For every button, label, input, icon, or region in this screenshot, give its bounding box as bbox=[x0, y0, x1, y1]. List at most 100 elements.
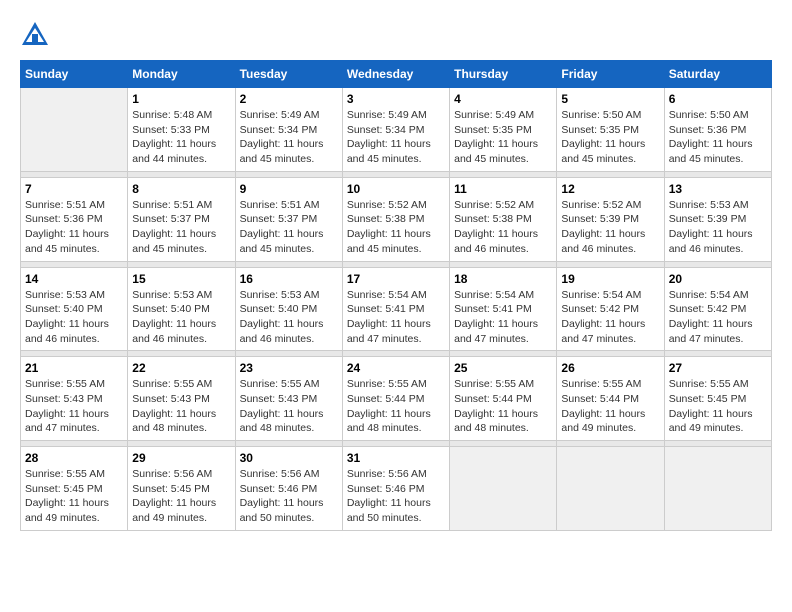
week-row-5: 28 Sunrise: 5:55 AMSunset: 5:45 PMDayligh… bbox=[21, 447, 772, 531]
day-number: 18 bbox=[454, 272, 552, 286]
day-number: 10 bbox=[347, 182, 445, 196]
week-row-2: 7 Sunrise: 5:51 AMSunset: 5:36 PMDaylight… bbox=[21, 177, 772, 261]
day-number: 25 bbox=[454, 361, 552, 375]
day-number: 26 bbox=[561, 361, 659, 375]
page-header bbox=[20, 20, 772, 50]
day-cell: 13Sunrise: 5:53 AMSunset: 5:39 PMDayligh… bbox=[664, 177, 771, 261]
day-info: Sunrise: 5:55 AMSunset: 5:44 PMDaylight:… bbox=[561, 377, 659, 436]
day-cell: 29 Sunrise: 5:56 AMSunset: 5:45 PMDayligh… bbox=[128, 447, 235, 531]
day-cell: 4 Sunrise: 5:49 AMSunset: 5:35 PMDaylight… bbox=[450, 88, 557, 172]
day-info: Sunrise: 5:55 AMSunset: 5:43 PMDaylight:… bbox=[240, 377, 338, 436]
day-cell: 1 Sunrise: 5:48 AMSunset: 5:33 PMDaylight… bbox=[128, 88, 235, 172]
day-number: 5 bbox=[561, 92, 659, 106]
day-number: 20 bbox=[669, 272, 767, 286]
col-header-sunday: Sunday bbox=[21, 61, 128, 88]
day-info: Sunrise: 5:53 AMSunset: 5:40 PMDaylight:… bbox=[240, 288, 338, 347]
day-info: Sunrise: 5:53 AMSunset: 5:39 PMDaylight:… bbox=[669, 198, 767, 257]
day-number: 7 bbox=[25, 182, 123, 196]
day-cell: 7 Sunrise: 5:51 AMSunset: 5:36 PMDaylight… bbox=[21, 177, 128, 261]
day-info: Sunrise: 5:50 AMSunset: 5:36 PMDaylight:… bbox=[669, 108, 767, 167]
day-info: Sunrise: 5:55 AMSunset: 5:43 PMDaylight:… bbox=[132, 377, 230, 436]
day-cell: 16 Sunrise: 5:53 AMSunset: 5:40 PMDayligh… bbox=[235, 267, 342, 351]
day-number: 16 bbox=[240, 272, 338, 286]
day-info: Sunrise: 5:50 AMSunset: 5:35 PMDaylight:… bbox=[561, 108, 659, 167]
day-info: Sunrise: 5:54 AMSunset: 5:42 PMDaylight:… bbox=[669, 288, 767, 347]
day-info: Sunrise: 5:56 AMSunset: 5:46 PMDaylight:… bbox=[347, 467, 445, 526]
day-cell: 11 Sunrise: 5:52 AMSunset: 5:38 PMDayligh… bbox=[450, 177, 557, 261]
day-cell: 28 Sunrise: 5:55 AMSunset: 5:45 PMDayligh… bbox=[21, 447, 128, 531]
day-number: 9 bbox=[240, 182, 338, 196]
col-header-saturday: Saturday bbox=[664, 61, 771, 88]
day-number: 19 bbox=[561, 272, 659, 286]
day-info: Sunrise: 5:56 AMSunset: 5:46 PMDaylight:… bbox=[240, 467, 338, 526]
calendar-table: SundayMondayTuesdayWednesdayThursdayFrid… bbox=[20, 60, 772, 531]
day-number: 24 bbox=[347, 361, 445, 375]
day-number: 17 bbox=[347, 272, 445, 286]
day-number: 8 bbox=[132, 182, 230, 196]
col-header-thursday: Thursday bbox=[450, 61, 557, 88]
day-info: Sunrise: 5:54 AMSunset: 5:41 PMDaylight:… bbox=[454, 288, 552, 347]
day-number: 29 bbox=[132, 451, 230, 465]
day-number: 1 bbox=[132, 92, 230, 106]
day-cell: 8 Sunrise: 5:51 AMSunset: 5:37 PMDaylight… bbox=[128, 177, 235, 261]
day-info: Sunrise: 5:54 AMSunset: 5:42 PMDaylight:… bbox=[561, 288, 659, 347]
day-info: Sunrise: 5:56 AMSunset: 5:45 PMDaylight:… bbox=[132, 467, 230, 526]
week-row-4: 21 Sunrise: 5:55 AMSunset: 5:43 PMDayligh… bbox=[21, 357, 772, 441]
day-cell bbox=[557, 447, 664, 531]
day-cell: 12 Sunrise: 5:52 AMSunset: 5:39 PMDayligh… bbox=[557, 177, 664, 261]
col-header-tuesday: Tuesday bbox=[235, 61, 342, 88]
day-cell: 6 Sunrise: 5:50 AMSunset: 5:36 PMDaylight… bbox=[664, 88, 771, 172]
day-cell: 27Sunrise: 5:55 AMSunset: 5:45 PMDayligh… bbox=[664, 357, 771, 441]
week-row-1: 1 Sunrise: 5:48 AMSunset: 5:33 PMDaylight… bbox=[21, 88, 772, 172]
day-cell: 30Sunrise: 5:56 AMSunset: 5:46 PMDayligh… bbox=[235, 447, 342, 531]
day-info: Sunrise: 5:49 AMSunset: 5:34 PMDaylight:… bbox=[240, 108, 338, 167]
day-cell bbox=[450, 447, 557, 531]
day-cell: 22 Sunrise: 5:55 AMSunset: 5:43 PMDayligh… bbox=[128, 357, 235, 441]
day-info: Sunrise: 5:55 AMSunset: 5:45 PMDaylight:… bbox=[669, 377, 767, 436]
day-cell: 2 Sunrise: 5:49 AMSunset: 5:34 PMDaylight… bbox=[235, 88, 342, 172]
day-cell: 10 Sunrise: 5:52 AMSunset: 5:38 PMDayligh… bbox=[342, 177, 449, 261]
day-info: Sunrise: 5:55 AMSunset: 5:43 PMDaylight:… bbox=[25, 377, 123, 436]
day-info: Sunrise: 5:53 AMSunset: 5:40 PMDaylight:… bbox=[132, 288, 230, 347]
day-info: Sunrise: 5:55 AMSunset: 5:45 PMDaylight:… bbox=[25, 467, 123, 526]
day-info: Sunrise: 5:49 AMSunset: 5:35 PMDaylight:… bbox=[454, 108, 552, 167]
day-info: Sunrise: 5:51 AMSunset: 5:37 PMDaylight:… bbox=[240, 198, 338, 257]
day-number: 28 bbox=[25, 451, 123, 465]
day-cell: 19 Sunrise: 5:54 AMSunset: 5:42 PMDayligh… bbox=[557, 267, 664, 351]
day-number: 2 bbox=[240, 92, 338, 106]
day-number: 15 bbox=[132, 272, 230, 286]
calendar-header-row: SundayMondayTuesdayWednesdayThursdayFrid… bbox=[21, 61, 772, 88]
day-info: Sunrise: 5:48 AMSunset: 5:33 PMDaylight:… bbox=[132, 108, 230, 167]
day-cell bbox=[664, 447, 771, 531]
day-number: 6 bbox=[669, 92, 767, 106]
day-cell: 31 Sunrise: 5:56 AMSunset: 5:46 PMDayligh… bbox=[342, 447, 449, 531]
day-cell: 15 Sunrise: 5:53 AMSunset: 5:40 PMDayligh… bbox=[128, 267, 235, 351]
day-number: 22 bbox=[132, 361, 230, 375]
day-info: Sunrise: 5:51 AMSunset: 5:37 PMDaylight:… bbox=[132, 198, 230, 257]
day-info: Sunrise: 5:52 AMSunset: 5:38 PMDaylight:… bbox=[347, 198, 445, 257]
day-cell: 24 Sunrise: 5:55 AMSunset: 5:44 PMDayligh… bbox=[342, 357, 449, 441]
day-number: 11 bbox=[454, 182, 552, 196]
day-number: 31 bbox=[347, 451, 445, 465]
day-number: 12 bbox=[561, 182, 659, 196]
day-info: Sunrise: 5:49 AMSunset: 5:34 PMDaylight:… bbox=[347, 108, 445, 167]
logo bbox=[20, 20, 54, 50]
day-number: 3 bbox=[347, 92, 445, 106]
col-header-friday: Friday bbox=[557, 61, 664, 88]
day-info: Sunrise: 5:55 AMSunset: 5:44 PMDaylight:… bbox=[347, 377, 445, 436]
day-info: Sunrise: 5:52 AMSunset: 5:39 PMDaylight:… bbox=[561, 198, 659, 257]
day-info: Sunrise: 5:51 AMSunset: 5:36 PMDaylight:… bbox=[25, 198, 123, 257]
day-cell: 20 Sunrise: 5:54 AMSunset: 5:42 PMDayligh… bbox=[664, 267, 771, 351]
day-number: 4 bbox=[454, 92, 552, 106]
week-row-3: 14Sunrise: 5:53 AMSunset: 5:40 PMDayligh… bbox=[21, 267, 772, 351]
col-header-wednesday: Wednesday bbox=[342, 61, 449, 88]
day-cell: 26 Sunrise: 5:55 AMSunset: 5:44 PMDayligh… bbox=[557, 357, 664, 441]
day-info: Sunrise: 5:54 AMSunset: 5:41 PMDaylight:… bbox=[347, 288, 445, 347]
day-info: Sunrise: 5:55 AMSunset: 5:44 PMDaylight:… bbox=[454, 377, 552, 436]
day-number: 21 bbox=[25, 361, 123, 375]
day-cell bbox=[21, 88, 128, 172]
logo-icon bbox=[20, 20, 50, 50]
col-header-monday: Monday bbox=[128, 61, 235, 88]
day-info: Sunrise: 5:52 AMSunset: 5:38 PMDaylight:… bbox=[454, 198, 552, 257]
day-cell: 17 Sunrise: 5:54 AMSunset: 5:41 PMDayligh… bbox=[342, 267, 449, 351]
